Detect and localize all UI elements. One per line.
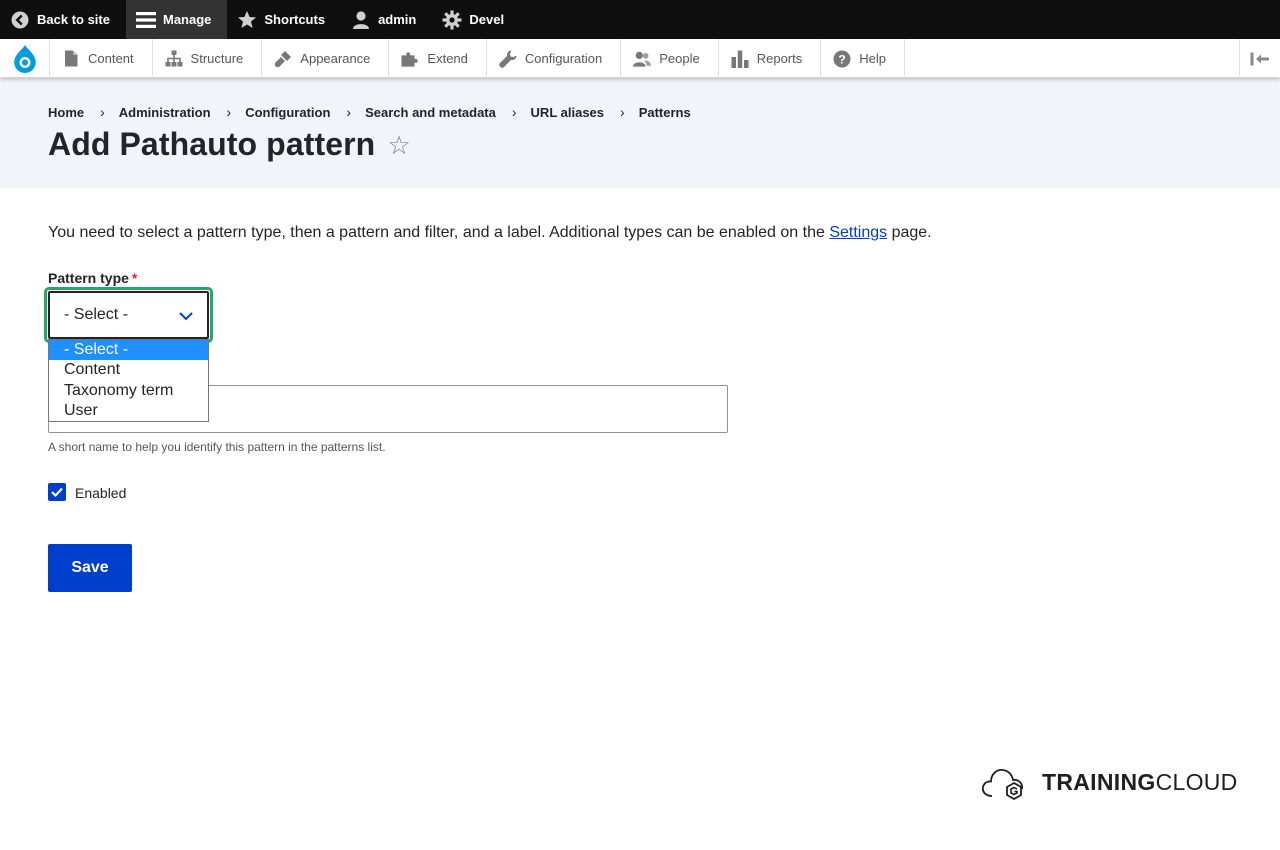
shortcuts-tab[interactable]: Shortcuts [227, 0, 341, 39]
user-label: admin [378, 12, 417, 27]
menu-item-reports-label: Reports [756, 51, 803, 66]
checkmark-icon [51, 487, 63, 497]
chevron-right-icon: › [100, 104, 105, 120]
breadcrumb-home[interactable]: Home [48, 105, 84, 120]
back-arrow-icon [10, 10, 30, 30]
breadcrumb-url-aliases[interactable]: URL aliases [531, 105, 604, 120]
wrench-icon [499, 50, 517, 68]
devel-tab[interactable]: Devel [432, 0, 520, 39]
chevron-right-icon: › [346, 104, 352, 120]
chevron-right-icon: › [226, 104, 232, 120]
menu-item-reports[interactable]: Reports [719, 39, 822, 78]
menu-item-people[interactable]: People [621, 39, 719, 78]
breadcrumb-configuration[interactable]: Configuration [245, 105, 330, 120]
brush-icon [274, 50, 292, 68]
manage-tab[interactable]: Manage [125, 0, 228, 39]
pattern-type-select[interactable]: - Select - [48, 291, 209, 339]
pattern-type-label: Pattern type * [48, 270, 137, 286]
back-to-site-link[interactable]: Back to site [0, 0, 126, 39]
menu-item-appearance[interactable]: Appearance [262, 39, 390, 78]
menu-item-extend-label: Extend [427, 51, 468, 66]
enabled-label: Enabled [75, 485, 127, 501]
pattern-type-dropdown: - Select - Content Taxonomy term User [48, 339, 209, 422]
menu-item-extend[interactable]: Extend [389, 39, 487, 78]
page-title-text: Add Pathauto pattern [48, 126, 376, 162]
shortcut-star-icon[interactable]: ☆ [387, 132, 410, 158]
settings-link[interactable]: Settings [829, 224, 887, 241]
label-description: A short name to help you identify this p… [48, 440, 386, 454]
gear-icon [442, 10, 462, 30]
breadcrumb-search-and-metadata[interactable]: Search and metadata [365, 105, 496, 120]
pattern-type-selected-value: - Select - [64, 306, 129, 323]
page-header: Home › Administration › Configuration › … [0, 78, 1280, 188]
intro-after: page. [887, 224, 932, 241]
bar-chart-icon [731, 50, 749, 68]
option-select[interactable]: - Select - [49, 340, 208, 361]
menu-item-appearance-label: Appearance [300, 51, 371, 66]
chevron-right-icon: › [511, 104, 517, 120]
puzzle-icon [401, 50, 419, 68]
star-icon [237, 10, 257, 30]
drupal-logo-icon[interactable] [0, 39, 50, 78]
chevron-down-icon [179, 308, 193, 326]
option-taxonomy-term[interactable]: Taxonomy term [49, 381, 208, 401]
menu-item-configuration[interactable]: Configuration [487, 39, 622, 78]
brand-text-bold: TRAINING [1042, 768, 1156, 795]
sitemap-icon [165, 50, 183, 68]
menu-item-help-label: Help [859, 51, 886, 66]
intro-before: You need to select a pattern type, then … [48, 224, 830, 241]
intro-text: You need to select a pattern type, then … [48, 224, 932, 242]
chevron-right-icon: › [620, 104, 625, 120]
menu-item-content[interactable]: Content [50, 39, 153, 78]
people-icon [633, 50, 652, 68]
help-icon: ? [833, 50, 851, 68]
user-tab[interactable]: admin [341, 0, 432, 39]
user-icon [351, 10, 371, 30]
menu-item-help[interactable]: ? Help [821, 39, 905, 78]
admin-toolbar: Back to site Manage Shortcuts admin Deve… [0, 0, 1280, 39]
file-icon [62, 50, 80, 68]
devel-label: Devel [469, 12, 505, 27]
menu-item-structure[interactable]: Structure [153, 39, 263, 78]
shortcuts-label: Shortcuts [264, 12, 326, 27]
menu-item-structure-label: Structure [190, 51, 244, 66]
save-button[interactable]: Save [48, 544, 132, 592]
back-to-site-label: Back to site [37, 12, 110, 27]
option-user[interactable]: User [49, 401, 208, 421]
enabled-checkbox[interactable] [48, 483, 66, 501]
brand-text: TRAININGCLOUD [1042, 769, 1238, 796]
trainingcloud-logo: TRAININGCLOUD [980, 762, 1238, 802]
manage-label: Manage [162, 12, 212, 27]
cloud-icon [981, 769, 1024, 801]
required-marker: * [131, 270, 138, 286]
pattern-type-label-text: Pattern type [48, 270, 129, 286]
orientation-toggle-icon[interactable] [1239, 39, 1280, 78]
menu-icon [135, 10, 156, 30]
breadcrumb-patterns[interactable]: Patterns [639, 105, 691, 120]
breadcrumb-administration[interactable]: Administration [119, 105, 211, 120]
menu-item-people-label: People [659, 51, 700, 66]
page-title: Add Pathauto pattern ☆ [48, 126, 411, 163]
brand-text-light: CLOUD [1155, 768, 1238, 795]
menu-item-configuration-label: Configuration [524, 51, 603, 66]
option-content[interactable]: Content [49, 360, 208, 380]
svg-text:?: ? [839, 52, 846, 66]
admin-menu-tray: Content Structure Appearance Extend Conf… [0, 39, 1280, 78]
breadcrumb: Home › Administration › Configuration › … [48, 104, 691, 120]
menu-item-content-label: Content [88, 51, 134, 66]
